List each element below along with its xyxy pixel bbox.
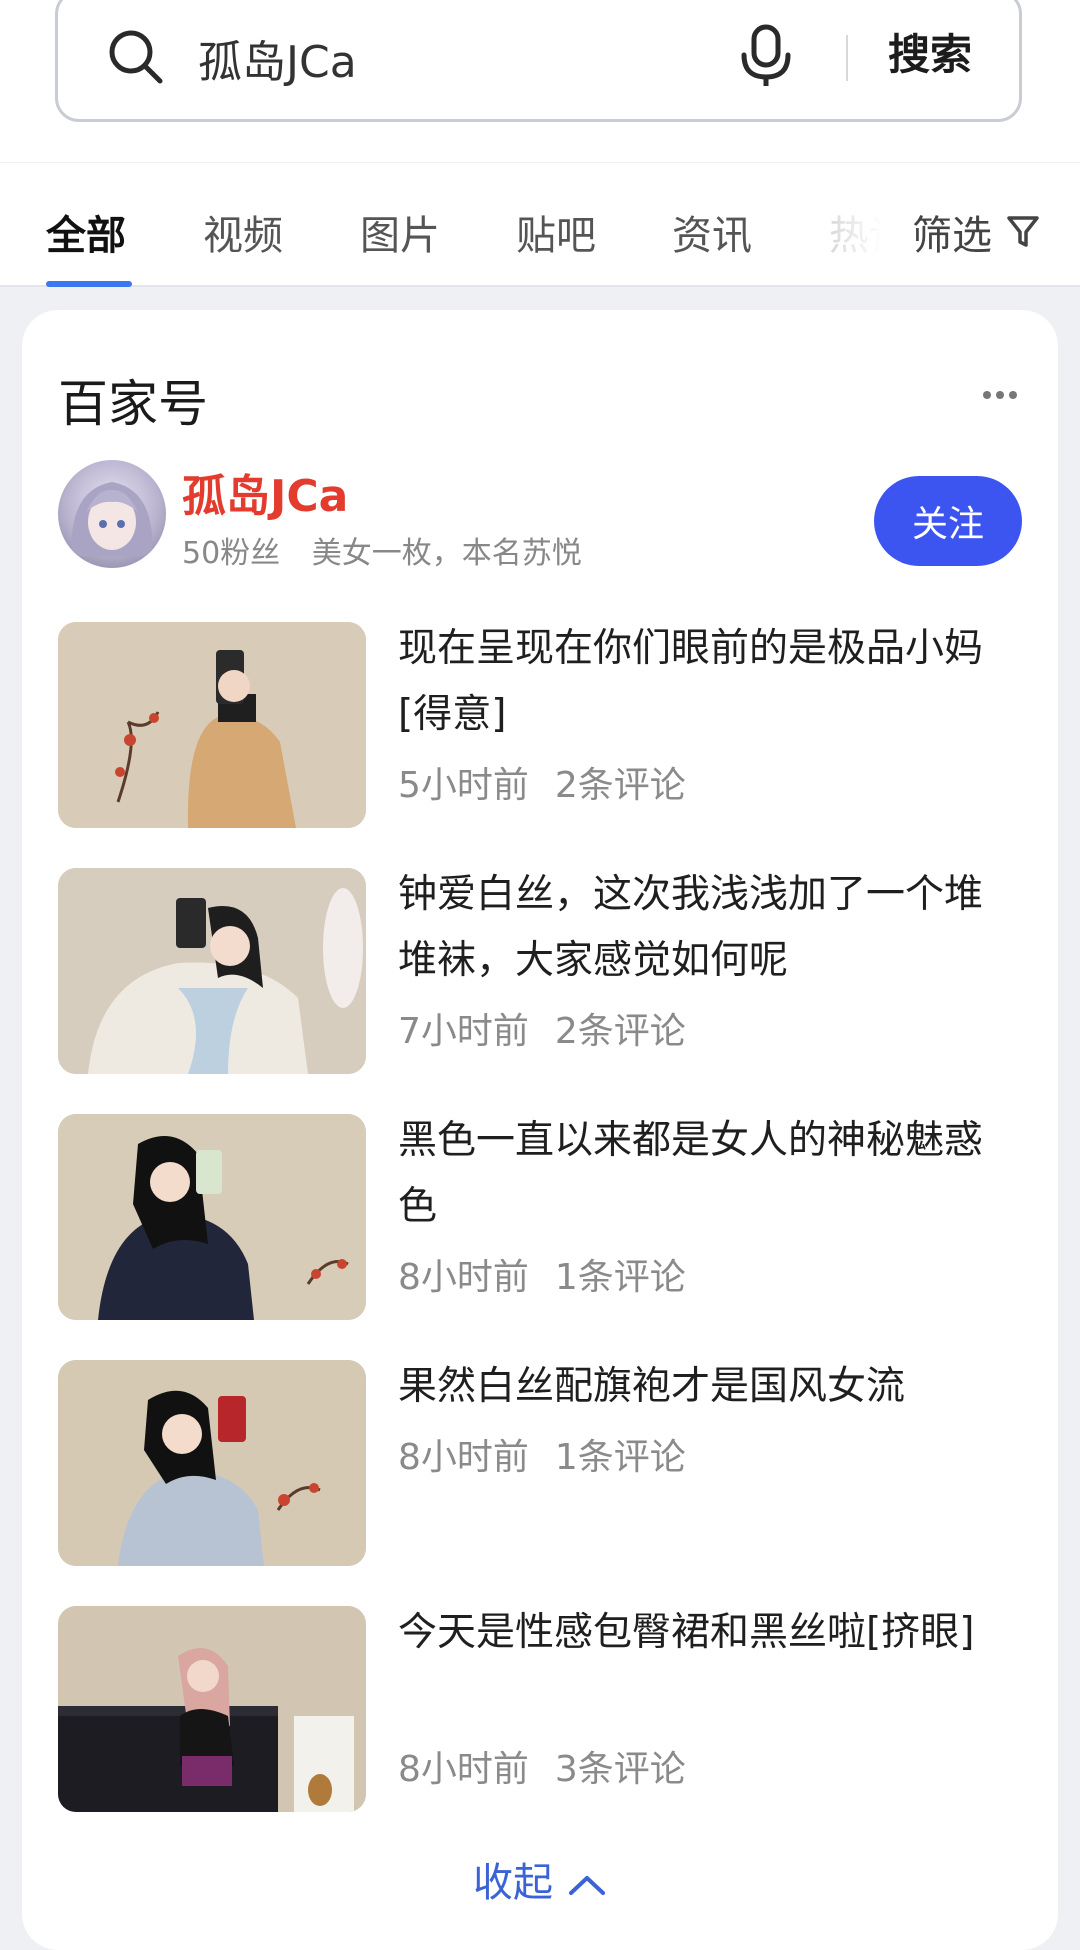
- search-input[interactable]: [198, 23, 718, 93]
- post-meta: 8小时前 3条评论: [398, 1740, 686, 1792]
- list-item[interactable]: 钟爱白丝，这次我浅浅加了一个堆堆袜，大家感觉如何呢 7小时前 2条评论: [58, 868, 1022, 1074]
- search-button[interactable]: 搜索: [888, 21, 972, 82]
- post-meta: 7小时前 2条评论: [398, 1002, 686, 1054]
- post-meta: 8小时前 1条评论: [398, 1428, 686, 1480]
- post-thumbnail: [58, 1114, 366, 1320]
- post-thumbnail: [58, 622, 366, 828]
- category-tabs: 全部 视频 图片 贴吧 资讯 热议 筛选: [0, 163, 1080, 287]
- filter-button[interactable]: 筛选: [912, 203, 1040, 261]
- tab-tieba[interactable]: 贴吧: [516, 203, 596, 261]
- post-comments: 1条评论: [554, 1257, 686, 1298]
- mic-icon[interactable]: [738, 23, 794, 89]
- tab-video[interactable]: 视频: [203, 203, 283, 261]
- post-comments: 2条评论: [554, 1011, 686, 1052]
- baijiahao-card: 百家号 孤岛JCa 50粉丝 美女一枚，本名苏悦 关注 现在呈现在你们眼前的是极…: [22, 310, 1058, 1950]
- post-title: 现在呈现在你们眼前的是极品小妈[得意]: [398, 626, 984, 737]
- post-time: 8小时前: [398, 1749, 529, 1790]
- post-thumbnail: [58, 1606, 366, 1812]
- tab-all[interactable]: 全部: [46, 203, 126, 261]
- post-thumbnail: [58, 1360, 366, 1566]
- list-item[interactable]: 黑色一直以来都是女人的神秘魅惑色 8小时前 1条评论: [58, 1114, 1022, 1320]
- post-time: 5小时前: [398, 765, 529, 806]
- card-title: 百家号: [58, 375, 208, 433]
- list-item[interactable]: 现在呈现在你们眼前的是极品小妈[得意] 5小时前 2条评论: [58, 622, 1022, 828]
- post-title: 黑色一直以来都是女人的神秘魅惑色: [398, 1118, 984, 1229]
- tab-fade-overlay: [800, 163, 910, 283]
- search-icon: [109, 30, 163, 84]
- avatar[interactable]: [58, 460, 166, 568]
- active-tab-indicator: [46, 281, 132, 287]
- more-icon[interactable]: [982, 388, 1018, 402]
- author-bio: 美女一枚，本名苏悦: [311, 536, 582, 571]
- search-divider: [846, 35, 848, 81]
- post-time: 7小时前: [398, 1011, 529, 1052]
- post-title: 果然白丝配旗袍才是国风女流: [398, 1364, 906, 1409]
- post-comments: 1条评论: [554, 1437, 686, 1478]
- post-comments: 3条评论: [554, 1749, 686, 1790]
- post-thumbnail: [58, 868, 366, 1074]
- post-time: 8小时前: [398, 1257, 529, 1298]
- post-title: 钟爱白丝，这次我浅浅加了一个堆堆袜，大家感觉如何呢: [398, 872, 984, 983]
- post-title: 今天是性感包臀裙和黑丝啦[挤眼]: [398, 1610, 975, 1655]
- post-meta: 5小时前 2条评论: [398, 756, 686, 808]
- top-bar: 搜索: [0, 0, 1080, 162]
- filter-label: 筛选: [912, 213, 992, 259]
- collapse-label: 收起: [473, 1860, 553, 1906]
- author-fans: 50粉丝: [182, 536, 281, 571]
- post-meta: 8小时前 1条评论: [398, 1248, 686, 1300]
- collapse-button[interactable]: 收起: [22, 1850, 1058, 1908]
- list-item[interactable]: 今天是性感包臀裙和黑丝啦[挤眼] 8小时前 3条评论: [58, 1606, 1022, 1812]
- tab-images[interactable]: 图片: [360, 203, 440, 261]
- chevron-up-icon: [569, 1876, 605, 1895]
- post-time: 8小时前: [398, 1437, 529, 1478]
- filter-icon: [1007, 216, 1039, 247]
- tab-news[interactable]: 资讯: [672, 203, 752, 261]
- author-meta: 50粉丝 美女一枚，本名苏悦: [182, 528, 582, 572]
- follow-button[interactable]: 关注: [874, 476, 1022, 566]
- list-item[interactable]: 果然白丝配旗袍才是国风女流 8小时前 1条评论: [58, 1360, 1022, 1566]
- author-name[interactable]: 孤岛JCa: [182, 460, 348, 524]
- search-box[interactable]: 搜索: [55, 0, 1022, 122]
- post-comments: 2条评论: [554, 765, 686, 806]
